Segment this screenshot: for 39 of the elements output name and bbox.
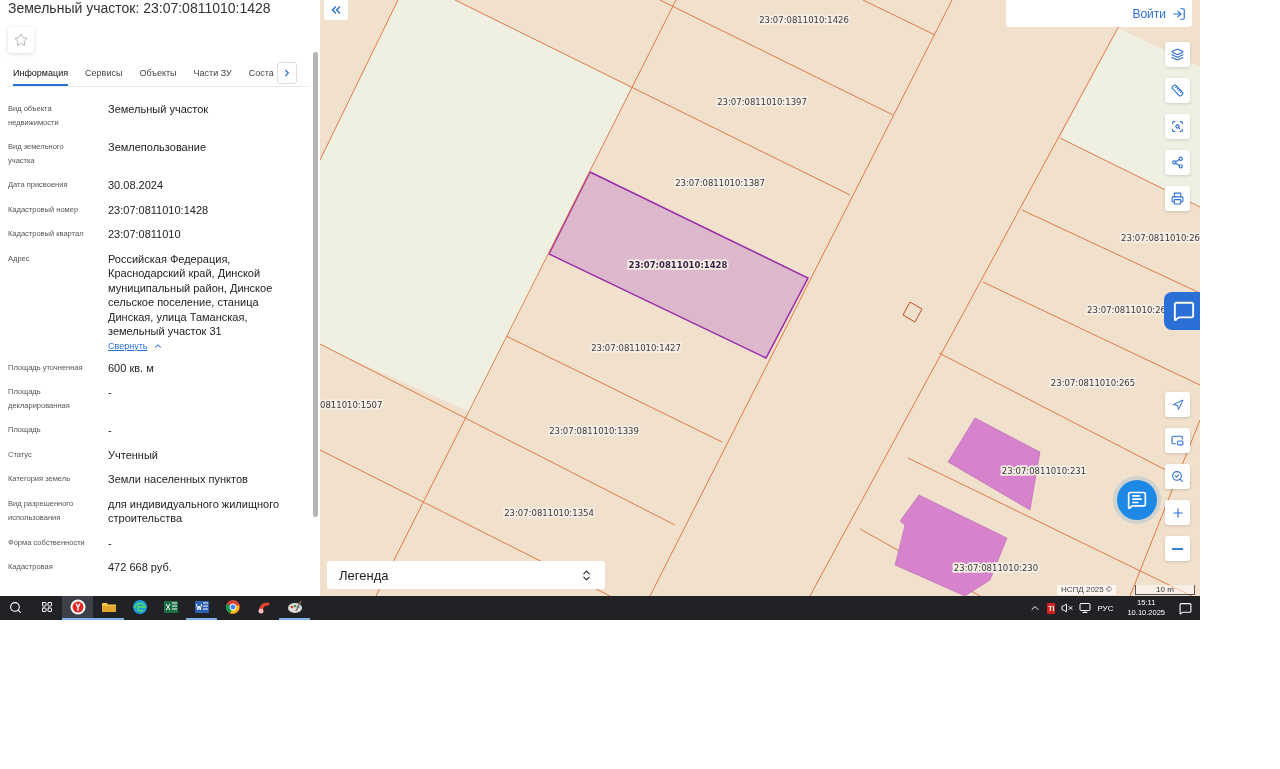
parcel-number: 23:07:0811010:1397 [717, 97, 807, 107]
parcel-number: 23:07:0811010:26 [1087, 305, 1166, 315]
keyboard-language[interactable]: РУС [1097, 603, 1114, 613]
parcel-number: 23:07:0811010:230 [953, 563, 1039, 573]
field-value: 23:07:0811010 [108, 227, 182, 242]
parcel-number: 23:07:0811010:265 [1050, 378, 1136, 388]
map-attribution: НСПД 2025 © [1057, 585, 1116, 595]
field-value: Земли населенных пунктов [108, 472, 249, 487]
field-value: Земельный участок [108, 102, 210, 117]
field-value: 30.08.2024 [108, 178, 165, 193]
panel-title: Земельный участок: 23:07:0811010:1428 [8, 0, 272, 16]
field-value: 600 кв. м [108, 360, 155, 375]
tab[interactable]: Соста [248, 62, 274, 86]
field-value: Российская Федерация, Краснодарский край, Динской муниципальный район, Динское сельское поселение, станица Динская, улица Таманская, земельный участок 31 [108, 251, 274, 339]
field-value: - [108, 423, 113, 438]
collapse-link[interactable]: Свернуть [108, 340, 164, 351]
tab[interactable]: Объекты [139, 62, 177, 86]
parcel-number: 23:07:0811010:1354 [504, 508, 594, 518]
tab[interactable]: Информация [13, 62, 69, 86]
scale-bar: 10 m [1135, 585, 1195, 595]
field-value: для индивидуального жилищного строительства [108, 496, 280, 526]
parcel-number: 23:07:0811010:231 [1001, 466, 1087, 476]
field-value: Землепользование [108, 140, 208, 155]
parcel-number: 23:07:0811010:1428 [628, 260, 728, 270]
legend-dropdown[interactable]: Легенда [327, 561, 605, 589]
tab[interactable]: Части ЗУ [193, 62, 232, 86]
parcel-number: 23:07:0811010:1427 [591, 343, 681, 353]
tab[interactable]: Сервисы [85, 62, 123, 86]
login-button[interactable]: Войти [1006, 0, 1192, 27]
field-value: - [108, 535, 113, 550]
field-value: 23:07:0811010:1428 [108, 202, 210, 217]
parcel-number: 23:07:0811010:1339 [549, 426, 639, 436]
parcel-number: 0811010:1507 [320, 400, 383, 410]
field-value: - [108, 385, 113, 400]
parcel-number: 23:07:0811010:1387 [675, 178, 765, 188]
parcel-number: 23:07:0811010:26 [1121, 233, 1200, 243]
field-value: 472 668 руб. [108, 560, 173, 575]
parcel-number: 23:07:0811010:1426 [759, 15, 849, 25]
field-value: Учтенный [108, 447, 159, 462]
